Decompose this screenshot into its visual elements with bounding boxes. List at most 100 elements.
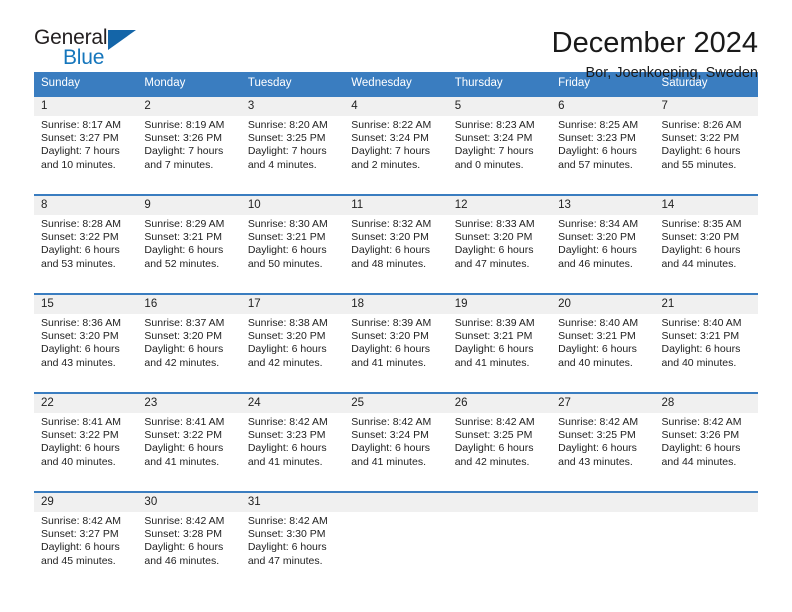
day-number[interactable]: 10 (240, 194, 345, 215)
day-number[interactable]: 29 (34, 491, 138, 512)
daylight-line1-text: Daylight: 6 hours (41, 343, 120, 356)
day-number[interactable]: 21 (654, 293, 758, 314)
logo-word-blue: Blue (63, 46, 105, 69)
day-cell: Sunrise: 8:19 AM Sunset: 3:26 PM Daylight:… (137, 116, 241, 182)
day-number[interactable]: 17 (240, 293, 345, 314)
day-cell: Sunrise: 8:35 AM Sunset: 3:20 PM Daylight:… (654, 215, 758, 281)
daylight-line1-text: Daylight: 6 hours (351, 244, 431, 257)
day-number[interactable]: 11 (344, 194, 448, 215)
daylight-line2-text: and 41 minutes. (351, 356, 426, 369)
day-number[interactable]: 28 (654, 392, 758, 413)
daylight-line2-text: and 0 minutes. (454, 158, 524, 171)
day-cell: Sunrise: 8:32 AM Sunset: 3:20 PM Daylight:… (344, 215, 448, 281)
sunrise-text: Sunrise: 8:42 AM (144, 515, 225, 527)
daylight-line1-text: Daylight: 6 hours (661, 145, 741, 158)
sunset-text: Sunset: 3:20 PM (247, 330, 326, 343)
week-daynumber-row: 15 16 17 18 19 20 21 (34, 293, 758, 314)
day-cell: Sunrise: 8:39 AM Sunset: 3:21 PM Daylight:… (447, 314, 552, 380)
daylight-line2-text: and 50 minutes. (247, 257, 323, 270)
day-cell: Sunrise: 8:25 AM Sunset: 3:23 PM Daylight:… (551, 116, 655, 182)
sunset-text: Sunset: 3:20 PM (558, 231, 636, 244)
day-number[interactable]: 7 (654, 95, 758, 116)
day-number[interactable]: 15 (34, 293, 138, 314)
day-number[interactable]: 19 (447, 293, 552, 314)
daylight-line2-text: and 53 minutes. (41, 257, 116, 270)
sunrise-text: Sunrise: 8:42 AM (351, 416, 432, 428)
sunrise-text: Sunrise: 8:35 AM (661, 218, 742, 230)
day-number[interactable]: 22 (34, 392, 138, 413)
day-number[interactable]: 9 (137, 194, 241, 215)
sunset-text: Sunset: 3:20 PM (454, 231, 533, 244)
day-number-empty (654, 491, 758, 512)
daylight-line1-text: Daylight: 7 hours (351, 145, 431, 158)
day-cell: Sunrise: 8:42 AM Sunset: 3:27 PM Daylight:… (34, 512, 138, 578)
daylight-line1-text: Daylight: 7 hours (247, 145, 327, 158)
daylight-line1-text: Daylight: 6 hours (454, 343, 534, 356)
day-number[interactable]: 2 (137, 95, 241, 116)
sunset-text: Sunset: 3:24 PM (454, 132, 533, 145)
day-number[interactable]: 23 (137, 392, 241, 413)
daylight-line1-text: Daylight: 6 hours (454, 244, 534, 257)
general-blue-logo[interactable]: General Blue (34, 26, 154, 74)
daylight-line2-text: and 45 minutes. (41, 554, 116, 567)
calendar-body: 1 2 3 4 5 6 7 Sunrise: 8:17 AM Sunset: 3:27 PM Da… (34, 95, 758, 578)
daylight-line2-text: and 7 minutes. (144, 158, 214, 171)
daylight-line1-text: Daylight: 6 hours (558, 244, 637, 257)
daylight-line1-text: Daylight: 6 hours (661, 442, 741, 455)
sunset-text: Sunset: 3:21 PM (144, 231, 223, 244)
daylight-line2-text: and 44 minutes. (661, 455, 737, 468)
day-number[interactable]: 30 (137, 491, 241, 512)
day-cell: Sunrise: 8:28 AM Sunset: 3:22 PM Daylight:… (34, 215, 138, 281)
day-number[interactable]: 8 (34, 194, 138, 215)
week-daynumber-row: 22 23 24 25 26 27 28 (34, 392, 758, 413)
day-number[interactable]: 24 (240, 392, 345, 413)
daylight-line1-text: Daylight: 6 hours (41, 541, 120, 554)
daylight-line2-text: and 40 minutes. (41, 455, 116, 468)
sunset-text: Sunset: 3:27 PM (41, 528, 119, 541)
day-number[interactable]: 6 (551, 95, 655, 116)
day-number-empty (344, 491, 448, 512)
day-cell: Sunrise: 8:33 AM Sunset: 3:20 PM Daylight:… (447, 215, 552, 281)
day-number[interactable]: 27 (551, 392, 655, 413)
day-number[interactable]: 31 (240, 491, 345, 512)
day-cell-empty (654, 512, 758, 578)
day-number[interactable]: 12 (447, 194, 552, 215)
day-number[interactable]: 5 (447, 95, 552, 116)
day-number[interactable]: 25 (344, 392, 448, 413)
sunset-text: Sunset: 3:25 PM (454, 429, 533, 442)
daylight-line1-text: Daylight: 7 hours (454, 145, 534, 158)
sunset-text: Sunset: 3:22 PM (41, 231, 119, 244)
sunrise-text: Sunrise: 8:19 AM (144, 119, 225, 131)
sunrise-text: Sunrise: 8:34 AM (558, 218, 639, 230)
sunrise-text: Sunrise: 8:42 AM (454, 416, 535, 428)
sunrise-text: Sunrise: 8:39 AM (351, 317, 432, 329)
day-number[interactable]: 1 (34, 95, 138, 116)
day-cell-empty (447, 512, 552, 578)
sunrise-text: Sunrise: 8:42 AM (661, 416, 742, 428)
sunrise-text: Sunrise: 8:41 AM (41, 416, 121, 428)
day-cell-empty (344, 512, 448, 578)
sunset-text: Sunset: 3:20 PM (351, 330, 429, 343)
week-spacer (34, 182, 758, 195)
week-spacer (34, 479, 758, 492)
page-title: December 2024 (551, 27, 758, 59)
day-number[interactable]: 3 (240, 95, 345, 116)
day-number[interactable]: 4 (344, 95, 448, 116)
daylight-line2-text: and 43 minutes. (558, 455, 633, 468)
sunrise-text: Sunrise: 8:40 AM (558, 317, 639, 329)
day-cell: Sunrise: 8:20 AM Sunset: 3:25 PM Daylight:… (240, 116, 345, 182)
day-number[interactable]: 18 (344, 293, 448, 314)
weekday-header-tuesday: Tuesday (240, 72, 345, 96)
day-number[interactable]: 16 (137, 293, 241, 314)
daylight-line1-text: Daylight: 6 hours (351, 343, 431, 356)
day-number[interactable]: 13 (551, 194, 655, 215)
week-detail-row: Sunrise: 8:36 AM Sunset: 3:20 PM Daylight:… (34, 314, 758, 380)
daylight-line2-text: and 46 minutes. (144, 554, 220, 567)
day-number[interactable]: 26 (447, 392, 552, 413)
day-number[interactable]: 20 (551, 293, 655, 314)
sunrise-text: Sunrise: 8:20 AM (247, 119, 328, 131)
week-spacer-cell (34, 380, 758, 393)
day-number[interactable]: 14 (654, 194, 758, 215)
daylight-line1-text: Daylight: 6 hours (558, 442, 637, 455)
daylight-line2-text: and 47 minutes. (247, 554, 323, 567)
